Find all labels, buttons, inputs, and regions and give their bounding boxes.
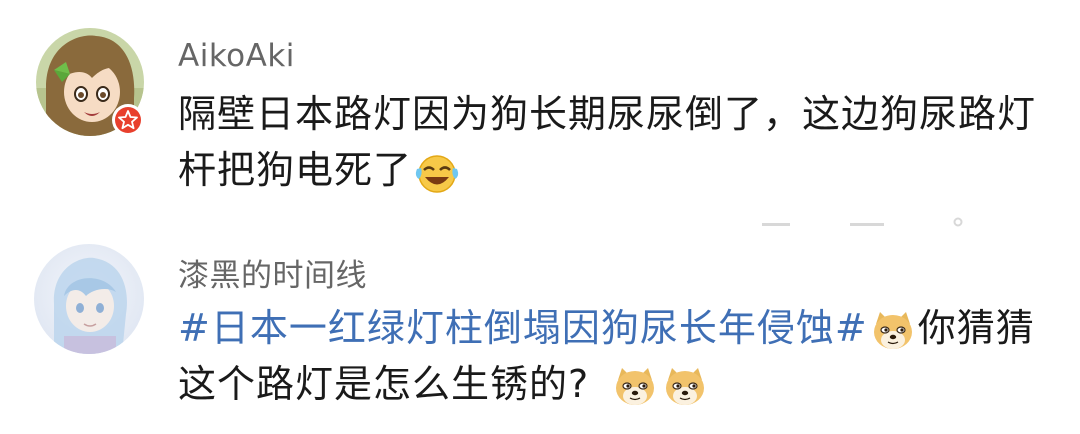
- doge-emoji-icon: [870, 310, 916, 352]
- topic-link[interactable]: #日本一红绿灯柱倒塌因狗尿长年侵蚀#: [178, 306, 868, 350]
- laughing-crying-emoji-icon: [414, 152, 460, 194]
- avatar[interactable]: [34, 244, 144, 354]
- username[interactable]: AikoAki: [178, 38, 295, 74]
- comment-text-after-topic: 你猜猜: [917, 306, 1035, 350]
- username[interactable]: 漆黑的时间线: [178, 250, 367, 295]
- doge-emoji-icon: [662, 366, 708, 408]
- comment-text-line-2: 杆把狗电死了: [178, 144, 462, 196]
- comment-text-line-2-content: 杆把狗电死了: [178, 148, 413, 192]
- star-badge-icon: [112, 104, 144, 136]
- avatar[interactable]: [36, 28, 144, 136]
- comment-item-1: AikoAki 隔壁日本路灯因为狗长期尿尿倒了，这边狗尿路灯 杆把狗电死了: [0, 0, 1080, 210]
- action-row-fragment: [756, 212, 996, 227]
- comment-text-line-1: 隔壁日本路灯因为狗长期尿尿倒了，这边狗尿路灯: [178, 92, 1037, 136]
- doge-emoji-icon: [612, 366, 658, 408]
- comment-text-line-2-content: 这个路灯是怎么生锈的?: [178, 362, 590, 406]
- comment-text-line-1: #日本一红绿灯柱倒塌因狗尿长年侵蚀# 你猜猜: [178, 302, 1035, 354]
- comment-item-2: 漆黑的时间线 #日本一红绿灯柱倒塌因狗尿长年侵蚀# 你猜猜 这个路灯是怎么生锈的…: [0, 230, 1080, 434]
- comment-text-line-2: 这个路灯是怎么生锈的?: [178, 358, 710, 410]
